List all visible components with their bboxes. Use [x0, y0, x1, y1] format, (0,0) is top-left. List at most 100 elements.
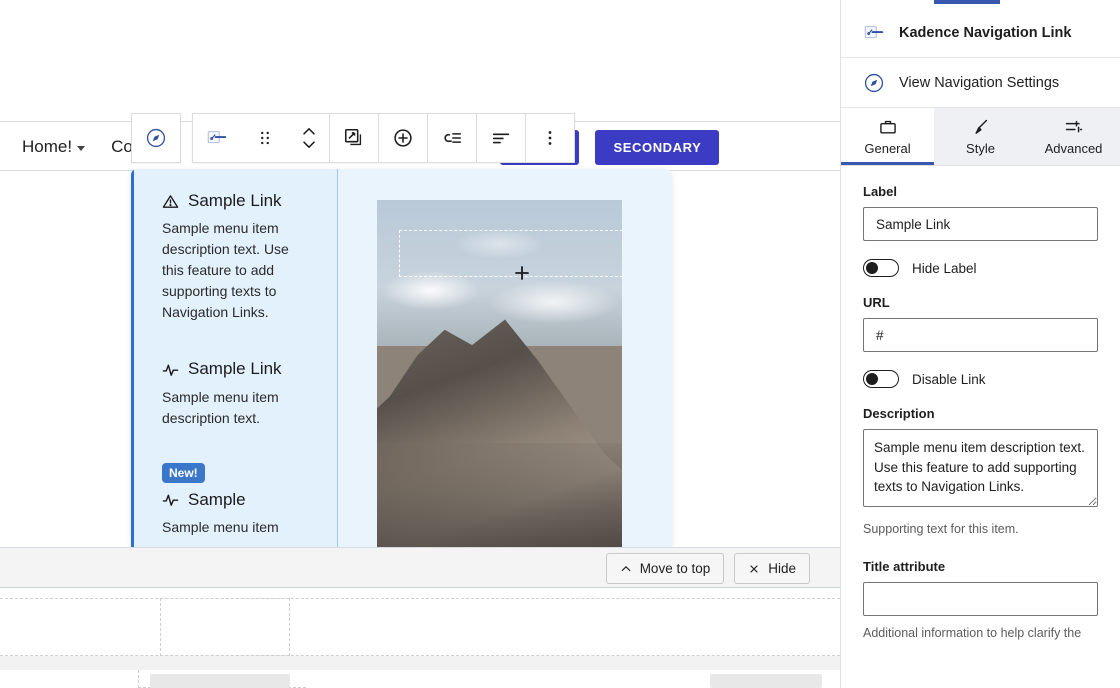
toggle-knob — [866, 373, 878, 385]
page-title: Kadence Navigation Link — [899, 24, 1072, 41]
placeholder-strip — [0, 656, 840, 670]
editor-canvas: Home! Co CTION SECONDARY — [0, 0, 840, 688]
hide-button[interactable]: Hide — [734, 553, 810, 584]
block-toolbar-group-main — [192, 113, 575, 163]
toggle-knob — [866, 262, 878, 274]
brush-icon — [974, 119, 987, 134]
mega-menu-item-label: Sample Link — [188, 359, 282, 379]
tab-advanced[interactable]: Advanced — [1027, 108, 1120, 165]
highlight-icon — [344, 128, 362, 146]
tab-general[interactable]: General — [841, 108, 934, 165]
mega-menu-item-title-row: Sample Link — [162, 191, 321, 211]
pulse-icon — [162, 495, 179, 507]
mega-menu-item-description: Sample menu item description text. — [162, 388, 279, 426]
nav-item-co-label: Co — [111, 137, 133, 156]
tab-general-label: General — [864, 141, 911, 156]
block-toolbar-group-parent — [131, 113, 181, 163]
mega-menu-item-label: Sample Link — [188, 191, 282, 210]
mega-menu-item-description: Sample menu item description text. Use t… — [162, 220, 289, 321]
add-icon-button[interactable] — [379, 114, 427, 162]
description-help-text: Supporting text for this item. — [863, 522, 1019, 536]
disable-link-toggle[interactable] — [863, 370, 899, 388]
editor-screen: Home! Co CTION SECONDARY — [0, 0, 1120, 688]
submenu-button[interactable] — [428, 114, 476, 162]
description-field-title: Description — [863, 406, 935, 421]
block-selection-outline — [399, 230, 622, 277]
nav-link-icon — [207, 130, 227, 144]
title-attribute-help-text: Additional information to help clarify t… — [863, 625, 1082, 640]
pulse-icon — [162, 364, 179, 376]
mega-menu-item-description: Sample menu item — [162, 519, 279, 536]
plus-circle-icon — [394, 129, 412, 147]
canvas-bottom-bar: Move to top Hide — [0, 547, 840, 588]
more-options-button[interactable] — [526, 114, 574, 162]
nav-item-home[interactable]: Home! — [22, 137, 86, 157]
view-navigation-settings-row[interactable]: View Navigation Settings — [841, 58, 1120, 108]
placeholder-band — [0, 598, 840, 656]
align-left-icon — [492, 133, 510, 144]
mega-menu-dropdown: Sample Link Sample menu item description… — [131, 169, 672, 547]
title-attribute-field-title: Title attribute — [863, 558, 946, 574]
block-toolbar — [131, 113, 575, 163]
close-x-icon — [750, 564, 758, 573]
label-input[interactable] — [863, 207, 1098, 241]
canvas-bottom-actions: Move to top Hide — [605, 553, 810, 584]
view-navigation-settings-label: View Navigation Settings — [899, 74, 1060, 91]
header-secondary-button[interactable]: SECONDARY — [595, 129, 720, 165]
description-textarea[interactable] — [863, 429, 1098, 507]
compass-icon — [146, 128, 166, 148]
compass-icon — [864, 73, 884, 92]
tab-advanced-label: Advanced — [1044, 141, 1103, 156]
sliders-icon — [1065, 120, 1082, 133]
title-attribute-input[interactable] — [863, 581, 1098, 616]
nav-link-icon — [864, 25, 884, 38]
chevron-down-icon — [77, 146, 86, 151]
mega-menu-item-label: Sample — [188, 489, 246, 509]
chevron-up-down-icon — [303, 128, 315, 148]
navigation-link-block-icon[interactable] — [132, 114, 180, 162]
sidebar-block-title-row: Kadence Navigation Link — [841, 8, 1120, 58]
placeholder-block — [710, 674, 822, 688]
plus-icon[interactable] — [513, 264, 531, 282]
kebab-icon — [548, 131, 552, 145]
canvas-lower-region — [0, 588, 840, 688]
hide-label-toggle-row[interactable]: Hide Label — [863, 259, 1098, 277]
highlight-settings-button[interactable] — [330, 114, 378, 162]
move-to-top-button[interactable]: Move to top — [605, 553, 725, 584]
hide-label-toggle[interactable] — [863, 259, 899, 277]
sidebar-tabs: General Style Advanced — [841, 108, 1120, 166]
general-tab-panel: Label Hide Label URL Disable Link Descri… — [841, 166, 1120, 642]
disable-link-toggle-row[interactable]: Disable Link — [863, 370, 1098, 388]
mega-menu-media-column — [338, 169, 672, 547]
settings-sidebar: Kadence Navigation Link View Navigation … — [840, 0, 1120, 688]
hide-label: Hide — [768, 561, 796, 576]
mountain-photo[interactable] — [377, 200, 622, 547]
tab-style-label: Style — [966, 141, 995, 156]
kadence-navigation-link-block-icon[interactable] — [193, 114, 241, 162]
disable-link-toggle-label: Disable Link — [912, 371, 986, 387]
tab-style[interactable]: Style — [934, 108, 1027, 165]
align-button[interactable] — [477, 114, 525, 162]
nav-item-home-label: Home! — [22, 137, 73, 156]
placeholder-block — [150, 674, 290, 688]
toolbox-icon — [879, 120, 896, 134]
status-badge: New! — [162, 462, 205, 483]
block-movers[interactable] — [289, 114, 329, 162]
submenu-icon — [444, 133, 462, 143]
mega-menu-item[interactable]: New! Sample Sample menu item — [162, 462, 321, 538]
url-field-title: URL — [863, 295, 890, 310]
mega-menu-item[interactable]: Sample Link Sample menu item description… — [162, 359, 321, 428]
active-tab-indicator — [934, 0, 1000, 4]
mega-menu-item-title-row: Sample Link — [162, 359, 321, 379]
mega-menu-links-column: Sample Link Sample menu item description… — [131, 169, 338, 547]
move-to-top-label: Move to top — [639, 561, 711, 576]
mega-menu-item[interactable]: Sample Link Sample menu item description… — [162, 191, 321, 323]
drag-dots-icon — [261, 131, 269, 145]
url-input[interactable] — [863, 318, 1098, 352]
mega-menu-item-title-row: Sample — [162, 490, 321, 510]
warning-triangle-icon — [162, 194, 179, 208]
photo-foreground — [377, 442, 622, 547]
placeholder-box — [160, 598, 290, 656]
drag-handle[interactable] — [241, 114, 289, 162]
